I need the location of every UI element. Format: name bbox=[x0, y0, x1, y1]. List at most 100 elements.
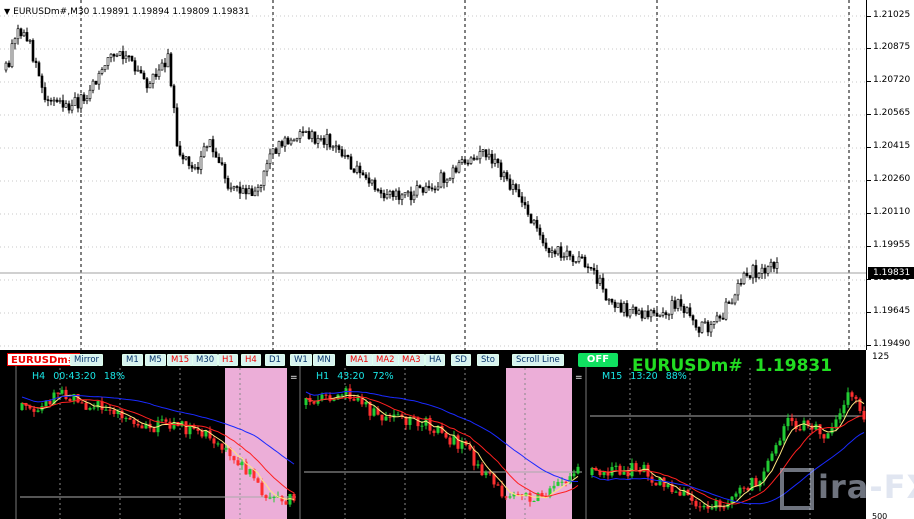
sub-candle-body bbox=[224, 447, 228, 450]
sub-candle-body bbox=[834, 419, 838, 428]
candle-body bbox=[157, 69, 161, 77]
ha-button[interactable]: HA bbox=[425, 354, 446, 366]
sub-candle-body bbox=[602, 471, 606, 476]
multi-timeframe-panel[interactable]: = = EURUSDm# Mirror M1 M5 M15 M30 H1 H4 D… bbox=[0, 350, 914, 519]
candle-body bbox=[712, 321, 716, 325]
sub-candle-body bbox=[240, 461, 244, 466]
candle-body bbox=[139, 69, 143, 74]
sub-candle-body bbox=[388, 416, 392, 418]
price-scale[interactable]: 1.21025 1.20875 1.20720 1.20565 1.20415 … bbox=[866, 0, 914, 350]
candle-body bbox=[136, 69, 140, 72]
candle-body bbox=[478, 151, 482, 160]
candle-body bbox=[724, 301, 728, 320]
tf-button-h1[interactable]: H1 bbox=[218, 354, 238, 366]
candle-body bbox=[238, 186, 242, 194]
sub-candle-body bbox=[140, 425, 144, 429]
candle-body bbox=[646, 310, 650, 318]
candle-body bbox=[292, 139, 296, 142]
sub-candle-body bbox=[698, 506, 702, 508]
sub-candle-body bbox=[112, 409, 116, 415]
candle-body bbox=[91, 80, 95, 91]
sub-candle-body bbox=[236, 460, 240, 466]
tf-button-m15[interactable]: M15 bbox=[167, 354, 194, 366]
tf-button-m1[interactable]: M1 bbox=[122, 354, 143, 366]
off-toggle-button[interactable]: OFF bbox=[578, 353, 618, 367]
sto-button[interactable]: Sto bbox=[477, 354, 499, 366]
candle-body bbox=[475, 158, 479, 161]
candle-body bbox=[505, 172, 509, 180]
candle-body bbox=[85, 98, 89, 102]
sub-candle-body bbox=[508, 496, 512, 498]
sub-candle-body bbox=[20, 403, 24, 410]
candle-body bbox=[550, 250, 554, 253]
candle-body bbox=[760, 267, 764, 274]
subchart-m15-label: M15 13:20 88% bbox=[602, 371, 687, 382]
sd-button[interactable]: SD bbox=[451, 354, 471, 366]
candle-body bbox=[235, 186, 239, 188]
dropdown-triangle-icon[interactable]: ▼ bbox=[4, 7, 10, 16]
sub-candle-body bbox=[710, 508, 714, 510]
candle-body bbox=[451, 167, 455, 179]
sub-candle-body bbox=[484, 472, 488, 476]
watermark-logo: ira-FX bbox=[780, 468, 914, 510]
panel-scale-bottom: 500 bbox=[872, 512, 888, 519]
sub-candle-body bbox=[618, 465, 622, 475]
candle-body bbox=[592, 267, 596, 271]
candle-body bbox=[544, 242, 548, 249]
candle-body bbox=[469, 157, 473, 164]
candle-body bbox=[184, 156, 188, 160]
sub-candle-body bbox=[456, 435, 460, 449]
candle-body bbox=[514, 184, 518, 190]
candle-body bbox=[613, 301, 617, 308]
candle-body bbox=[652, 310, 656, 314]
mirror-button[interactable]: Mirror bbox=[70, 354, 104, 366]
tf-button-w1[interactable]: W1 bbox=[290, 354, 312, 366]
candle-body bbox=[295, 138, 299, 141]
sub-candle-body bbox=[64, 389, 68, 399]
candle-body bbox=[736, 283, 740, 296]
scroll-line-button[interactable]: Scroll Line bbox=[512, 354, 564, 366]
candle-body bbox=[106, 57, 110, 66]
equal-marker: = bbox=[290, 373, 298, 383]
candle-body bbox=[214, 151, 218, 158]
candle-body bbox=[109, 53, 113, 58]
ma1-button[interactable]: MA1 bbox=[346, 354, 373, 366]
candle-body bbox=[751, 265, 755, 279]
candle-body bbox=[718, 315, 722, 319]
sub-candle-body bbox=[678, 491, 682, 496]
ma2-button[interactable]: MA2 bbox=[372, 354, 399, 366]
candle-body bbox=[583, 256, 587, 268]
candle-body bbox=[370, 179, 374, 184]
price-tick: 1.20415 bbox=[866, 141, 911, 151]
candle-body bbox=[181, 154, 185, 160]
candle-body bbox=[40, 75, 44, 88]
candle-body bbox=[601, 277, 605, 290]
candle-body bbox=[145, 78, 149, 89]
candle-body bbox=[343, 154, 347, 157]
tf-button-m5[interactable]: M5 bbox=[145, 354, 166, 366]
sub-candle-body bbox=[786, 417, 790, 427]
tf-button-d1[interactable]: D1 bbox=[265, 354, 285, 366]
candle-body bbox=[490, 153, 494, 164]
candle-body bbox=[100, 69, 104, 74]
candle-body bbox=[574, 261, 578, 263]
sub-candle-body bbox=[132, 419, 136, 424]
sub-candle-body bbox=[256, 478, 260, 483]
sub-candle-body bbox=[854, 396, 858, 399]
tf-button-m30[interactable]: M30 bbox=[192, 354, 219, 366]
main-price-chart[interactable]: ▼ EURUSDm#,M30 1.19891 1.19894 1.19809 1.… bbox=[0, 0, 914, 350]
candle-body bbox=[523, 202, 527, 206]
tf-button-mn[interactable]: MN bbox=[313, 354, 335, 366]
tf-button-h4[interactable]: H4 bbox=[241, 354, 261, 366]
ma3-button[interactable]: MA3 bbox=[398, 354, 425, 366]
candle-body bbox=[253, 190, 257, 197]
sub-candle-body bbox=[826, 433, 830, 439]
sub-candle-body bbox=[738, 487, 742, 494]
current-price-label: 1.19831 bbox=[868, 267, 914, 279]
candle-body bbox=[391, 190, 395, 197]
candle-body bbox=[64, 103, 68, 108]
candle-body bbox=[628, 309, 632, 317]
candle-body bbox=[436, 186, 440, 190]
candle-body bbox=[439, 172, 443, 188]
sub-candle-body bbox=[104, 409, 108, 411]
